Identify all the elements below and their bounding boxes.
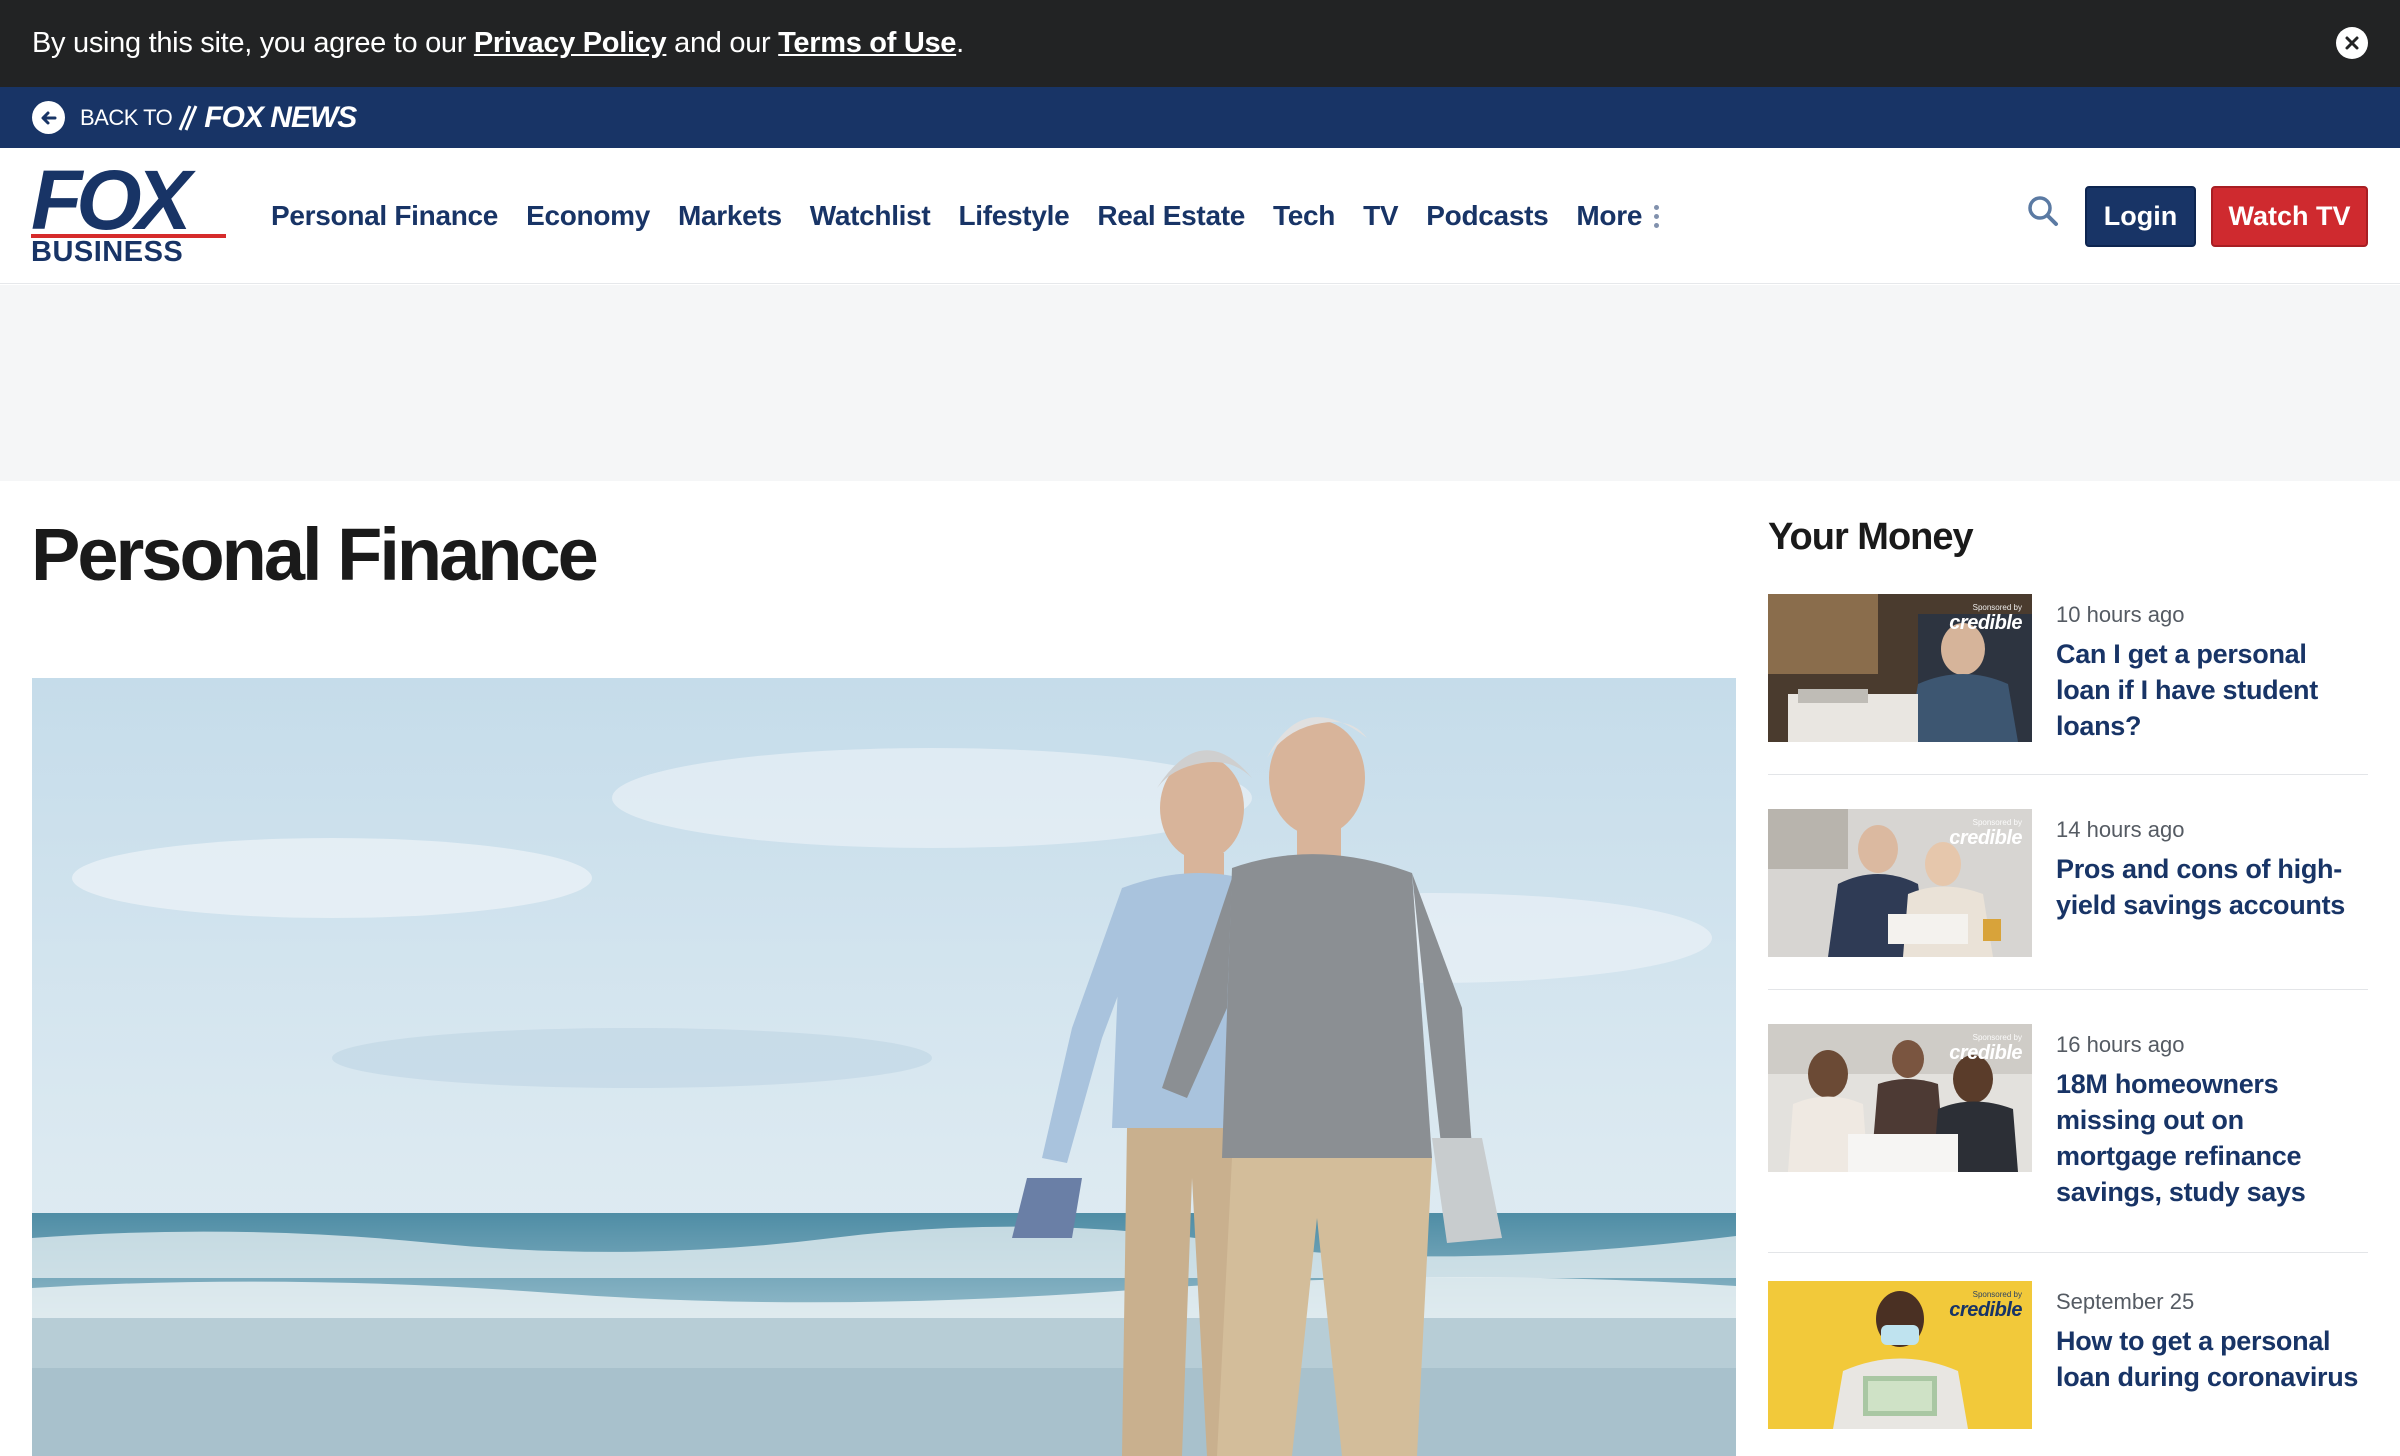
sponsored-by-label: Sponsored by	[1972, 818, 2022, 827]
more-vertical-icon	[1654, 204, 1660, 228]
consent-text-middle: and our	[666, 27, 779, 59]
login-button[interactable]: Login	[2085, 186, 2196, 247]
close-icon[interactable]	[2336, 27, 2368, 59]
credible-label: credible	[1949, 1299, 2022, 1321]
fox-news-logo: FOX NEWS	[178, 100, 357, 135]
nav-lifestyle[interactable]: Lifestyle	[958, 200, 1069, 232]
story-headline[interactable]: How to get a personal loan during corona…	[2056, 1323, 2368, 1395]
sponsored-by-label: Sponsored by	[1972, 1033, 2022, 1042]
consent-bar: By using this site, you agree to our Pri…	[0, 0, 2400, 87]
story-item[interactable]: Sponsored by credible 14 hours ago Pros …	[1768, 809, 2368, 990]
nav-real-estate[interactable]: Real Estate	[1097, 200, 1245, 232]
consent-text-after: .	[956, 27, 964, 59]
divider	[1768, 1252, 2368, 1253]
story-timestamp: September 25	[2056, 1289, 2195, 1314]
story-thumbnail[interactable]: Sponsored by credible	[1768, 809, 2032, 957]
sponsored-by-label: Sponsored by	[1972, 603, 2022, 612]
fox-news-slash-icon	[178, 104, 198, 131]
nav-tech[interactable]: Tech	[1273, 200, 1335, 232]
privacy-policy-link[interactable]: Privacy Policy	[474, 27, 667, 59]
main-nav: Personal Finance Economy Markets Watchli…	[271, 148, 1687, 284]
page-title: Personal Finance	[31, 513, 599, 596]
nav-economy[interactable]: Economy	[526, 200, 650, 232]
back-to-label: BACK TO	[80, 104, 173, 130]
divider	[1768, 989, 2368, 990]
search-icon[interactable]	[2026, 194, 2060, 228]
back-to-fox-news-bar[interactable]: BACK TO FOX NEWS	[0, 87, 2400, 148]
credible-label: credible	[1949, 827, 2022, 849]
story-thumbnail[interactable]: Sponsored by credible	[1768, 1281, 2032, 1429]
credible-label: credible	[1949, 1042, 2022, 1064]
nav-more[interactable]: More	[1576, 200, 1660, 232]
credible-sponsor-badge: Sponsored by credible	[1949, 1033, 2022, 1065]
nav-tv[interactable]: TV	[1363, 200, 1398, 232]
story-item[interactable]: Sponsored by credible 16 hours ago 18M h…	[1768, 1024, 2368, 1253]
fox-business-logo[interactable]: FOX BUSINESS	[31, 153, 226, 267]
credible-sponsor-badge: Sponsored by credible	[1949, 1290, 2022, 1322]
credible-label: credible	[1949, 612, 2022, 634]
story-headline[interactable]: Pros and cons of high-yield savings acco…	[2056, 851, 2368, 923]
story-timestamp: 16 hours ago	[2056, 1032, 2185, 1057]
story-headline[interactable]: Can I get a personal loan if I have stud…	[2056, 636, 2368, 744]
story-item[interactable]: Sponsored by credible September 25 How t…	[1768, 1281, 2368, 1441]
nav-watchlist[interactable]: Watchlist	[810, 200, 931, 232]
story-thumbnail[interactable]: Sponsored by credible	[1768, 594, 2032, 742]
story-headline[interactable]: 18M homeowners missing out on mortgage r…	[2056, 1066, 2368, 1210]
logo-business-text: BUSINESS	[31, 234, 226, 267]
consent-text: By using this site, you agree to our Pri…	[32, 27, 964, 60]
story-timestamp: 14 hours ago	[2056, 817, 2185, 842]
site-header: FOX BUSINESS Personal Finance Economy Ma…	[0, 148, 2400, 284]
arrow-left-icon	[32, 101, 65, 134]
nav-more-label: More	[1576, 200, 1643, 231]
consent-text-before: By using this site, you agree to our	[32, 27, 474, 59]
logo-fox-text: FOX	[31, 153, 192, 247]
credible-sponsor-badge: Sponsored by credible	[1949, 818, 2022, 850]
story-timestamp: 10 hours ago	[2056, 602, 2185, 627]
nav-markets[interactable]: Markets	[678, 200, 782, 232]
story-thumbnail[interactable]: Sponsored by credible	[1768, 1024, 2032, 1172]
sidebar-title: Your Money	[1768, 516, 1974, 558]
story-item[interactable]: Sponsored by credible 10 hours ago Can I…	[1768, 594, 2368, 775]
nav-personal-finance[interactable]: Personal Finance	[271, 200, 498, 232]
credible-sponsor-badge: Sponsored by credible	[1949, 603, 2022, 635]
divider	[1768, 774, 2368, 775]
ad-placeholder	[0, 285, 2400, 481]
terms-of-use-link[interactable]: Terms of Use	[778, 27, 956, 59]
sponsored-by-label: Sponsored by	[1972, 1290, 2022, 1299]
fox-news-brand-text: FOX NEWS	[204, 100, 357, 134]
hero-image[interactable]	[32, 678, 1736, 1456]
nav-podcasts[interactable]: Podcasts	[1426, 200, 1548, 232]
watch-tv-button[interactable]: Watch TV	[2211, 186, 2368, 247]
